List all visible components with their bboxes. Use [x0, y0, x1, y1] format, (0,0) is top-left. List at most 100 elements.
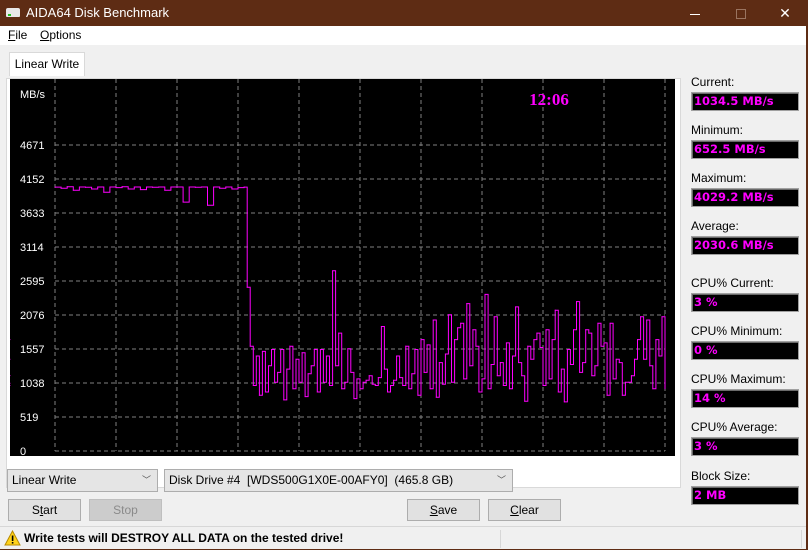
y-tick-label: 2076: [20, 310, 44, 322]
data-point: [600, 345, 602, 347]
data-point: [484, 293, 486, 295]
cpu-average-value: 3 %: [691, 437, 799, 456]
data-point: [139, 189, 141, 191]
chart-clock: 12:06: [529, 90, 569, 109]
menu-file[interactable]: File: [8, 28, 27, 42]
minimize-button[interactable]: [672, 0, 718, 26]
data-point: [493, 316, 495, 318]
data-point: [335, 365, 337, 367]
data-point: [307, 373, 309, 375]
close-button[interactable]: ✕: [762, 0, 808, 26]
data-point: [396, 355, 398, 357]
data-point: [219, 187, 221, 189]
status-warning-text: Write tests will DESTROY ALL DATA on the…: [24, 531, 344, 545]
data-point: [170, 186, 172, 188]
drive-select[interactable]: Disk Drive #4 [WDS500G1X0E-00AFY0] (465.…: [164, 469, 513, 492]
data-point: [618, 362, 620, 364]
data-point: [478, 391, 480, 393]
menu-options[interactable]: Options: [40, 28, 81, 42]
data-point: [588, 332, 590, 334]
data-point: [447, 314, 449, 316]
data-point: [512, 355, 513, 357]
data-point: [469, 365, 471, 367]
data-point: [603, 342, 605, 344]
data-point: [524, 400, 526, 402]
data-point: [435, 396, 437, 398]
data-point: [121, 186, 123, 188]
data-point: [304, 396, 306, 398]
data-point: [545, 329, 547, 331]
data-point: [54, 186, 56, 188]
data-point: [127, 188, 129, 190]
maximize-button[interactable]: [718, 0, 764, 26]
window-client: File Options Linear Write 0 519 1038 1557 20…: [0, 26, 806, 549]
y-tick-label: 4152: [20, 174, 44, 186]
clear-button[interactable]: Clear: [488, 499, 561, 521]
chevron-down-icon: ﹀: [141, 475, 151, 485]
data-point: [472, 329, 474, 331]
data-point: [551, 339, 553, 341]
data-point: [10, 375, 11, 377]
data-point: [368, 375, 370, 377]
data-point: [344, 381, 346, 383]
title-bar: AIDA64 Disk Benchmark ✕: [0, 0, 808, 26]
data-point: [78, 186, 80, 188]
clear-button-text: lear: [518, 503, 539, 517]
y-tick-label: 519: [20, 412, 38, 424]
data-point: [292, 388, 294, 390]
data-point: [152, 186, 154, 188]
data-point: [508, 388, 510, 390]
data-point: [164, 189, 166, 191]
data-point: [85, 186, 86, 188]
data-point: [188, 186, 190, 188]
data-point: [594, 365, 596, 367]
cpu-current-value: 3 %: [691, 293, 799, 312]
tab-linear-write[interactable]: Linear Write: [9, 52, 85, 76]
disk-drive-icon: [6, 8, 20, 17]
data-point: [243, 186, 245, 188]
data-point: [405, 345, 407, 347]
data-point: [624, 381, 626, 383]
stop-button[interactable]: Stop: [89, 499, 162, 521]
data-point: [429, 388, 431, 390]
save-button[interactable]: Save: [407, 499, 480, 521]
data-point: [496, 375, 498, 377]
current-value: 1034.5 MB/s: [691, 92, 799, 111]
data-point: [460, 322, 462, 324]
data-point: [518, 362, 520, 364]
data-point: [365, 379, 367, 381]
data-point: [264, 391, 266, 393]
data-point: [542, 384, 544, 386]
data-point: [661, 316, 663, 318]
test-mode-select[interactable]: Linear Write ﹀: [7, 469, 158, 492]
data-point: [310, 365, 312, 367]
data-point: [606, 394, 608, 396]
data-point: [289, 345, 291, 347]
data-point: [560, 368, 562, 370]
cpu-current-label: CPU% Current:: [691, 276, 774, 290]
data-point: [569, 364, 571, 366]
data-point: [646, 319, 648, 321]
data-point: [383, 368, 385, 370]
maximum-label: Maximum:: [691, 171, 747, 185]
data-point: [271, 348, 273, 350]
data-point: [249, 345, 251, 347]
start-button[interactable]: Start: [8, 499, 81, 521]
data-point: [399, 377, 401, 379]
data-point: [298, 381, 300, 383]
test-mode-value: Linear Write: [12, 473, 77, 487]
data-point: [481, 378, 483, 380]
menu-file-label-rest: ile: [15, 28, 28, 42]
data-point: [72, 189, 74, 191]
cpu-maximum-label: CPU% Maximum:: [691, 372, 786, 386]
window-title: AIDA64 Disk Benchmark: [26, 5, 170, 20]
data-point: [664, 388, 666, 390]
data-point: [261, 350, 263, 352]
data-point: [182, 201, 184, 203]
data-point: [301, 352, 303, 354]
data-point: [115, 187, 117, 189]
data-point: [353, 398, 355, 400]
data-point: [466, 303, 468, 305]
data-point: [533, 339, 535, 341]
drive-value: Disk Drive #4 [WDS500G1X0E-00AFY0] (465.…: [169, 473, 454, 487]
